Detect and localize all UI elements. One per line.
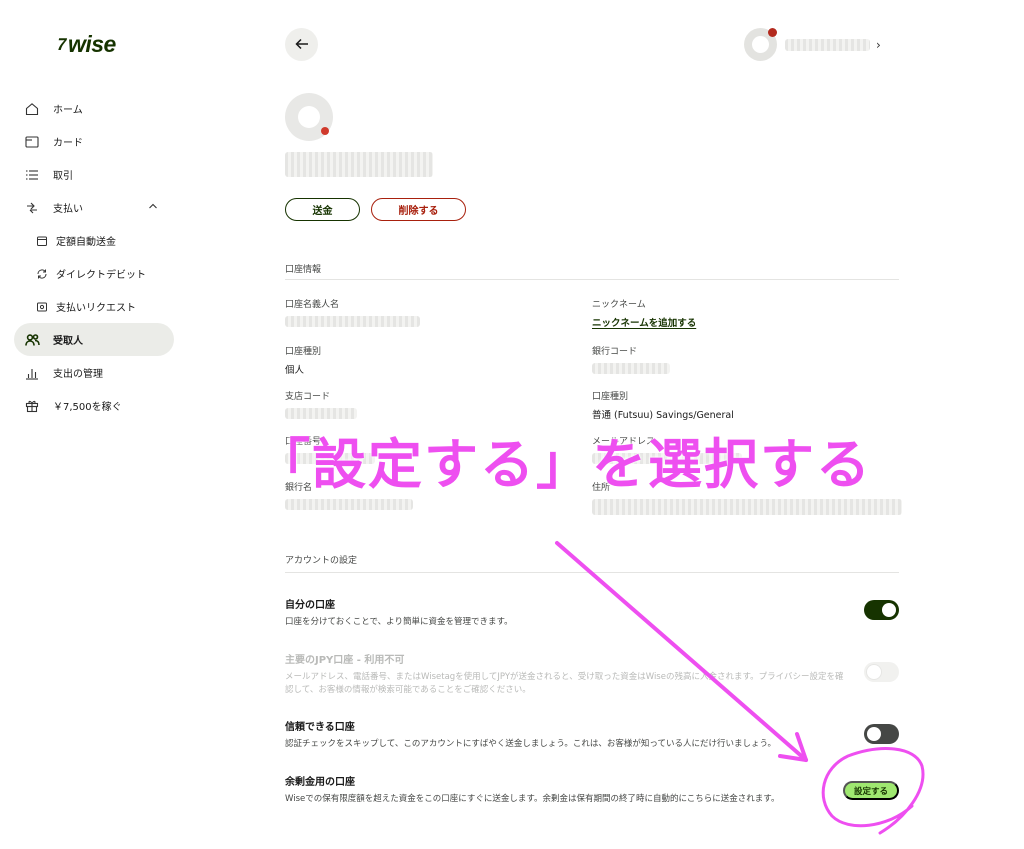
account-details-heading: 口座情報 [285, 265, 322, 275]
wise-logo-mark: 7 [55, 34, 69, 54]
setting-description: 口座を分けておくことで、より簡単に資金を管理できます。 [285, 617, 513, 627]
sidebar-item-payments[interactable]: 支払い [14, 191, 174, 224]
setting-excess-funds-account: 余剰金用の口座 Wiseでの保有限度額を超えた資金をこの口座にすぐに送金します。… [285, 773, 899, 806]
setting-trusted-account: 信頼できる口座 認証チェックをスキップして、このアカウントにすばやく送金しましょ… [285, 718, 899, 751]
field-account-holder: 口座名義人名 [285, 297, 585, 327]
field-label: 銀行コード [592, 347, 638, 357]
back-button[interactable] [285, 28, 318, 61]
field-bank-code: 銀行コード [592, 344, 892, 374]
field-account-type: 口座種別 個人 [285, 344, 585, 376]
setting-description: Wiseでの保有限度額を超えた資金をこの口座にすぐに送金します。余剰金は保有期間… [285, 794, 780, 804]
setup-button[interactable]: 設定する [843, 781, 899, 800]
home-icon [24, 101, 40, 117]
add-nickname-link[interactable]: ニックネームを追加する [592, 315, 892, 329]
sidebar-item-spending[interactable]: 支出の管理 [14, 356, 174, 389]
sidebar-item-label: ホーム [53, 105, 83, 116]
account-name-redacted [785, 38, 870, 51]
sidebar-item-label: 取引 [53, 171, 73, 182]
field-value-redacted [592, 363, 670, 374]
transfer-icon [24, 200, 40, 216]
field-value: 普通 (Futsuu) Savings/General [592, 410, 734, 421]
field-deposit-type: 口座種別 普通 (Futsuu) Savings/General [592, 389, 892, 421]
sidebar-item-label: 支出の管理 [53, 369, 103, 380]
field-value-redacted [285, 316, 420, 327]
sidebar-item-label: 定額自動送金 [56, 237, 116, 248]
toggle-knob [867, 665, 881, 679]
setting-title: 自分の口座 [285, 600, 335, 611]
sidebar-item-label: カード [53, 138, 83, 149]
setting-title: 余剰金用の口座 [285, 777, 355, 788]
setting-title: 主要のJPY口座 - 利用不可 [285, 655, 405, 666]
field-value-redacted [592, 499, 902, 515]
chart-icon [24, 365, 40, 381]
delete-button[interactable]: 削除する [371, 198, 466, 221]
recipient-name-redacted [285, 152, 433, 177]
field-value-redacted [285, 499, 413, 510]
sidebar-item-label: 支払いリクエスト [56, 303, 136, 314]
annotation-text: 「設定する」を選択する [256, 433, 872, 496]
sidebar-item-scheduled-transfers[interactable]: 定額自動送金 [14, 224, 174, 257]
setting-my-account: 自分の口座 口座を分けておくことで、より簡単に資金を管理できます。 [285, 596, 899, 629]
field-value: 個人 [285, 365, 305, 376]
request-icon [34, 299, 50, 315]
sidebar-item-label: ダイレクトデビット [56, 270, 146, 281]
toggle-knob [867, 727, 881, 741]
chevron-right-icon[interactable]: › [876, 38, 881, 52]
toggle-knob [882, 603, 896, 617]
field-value-redacted [285, 408, 357, 419]
divider [285, 572, 899, 573]
my-account-toggle[interactable] [864, 600, 899, 620]
sidebar-item-recipients[interactable]: 受取人 [14, 323, 174, 356]
refresh-icon [34, 266, 50, 282]
setting-title: 信頼できる口座 [285, 722, 355, 733]
avatar[interactable] [744, 28, 777, 61]
wise-logo-text: wise [67, 31, 116, 57]
divider [285, 279, 899, 280]
people-icon [24, 332, 40, 348]
sidebar-item-payment-requests[interactable]: 支払いリクエスト [14, 290, 174, 323]
field-label: 口座名義人名 [285, 300, 340, 310]
setting-description: 認証チェックをスキップして、このアカウントにすばやく送金しましょう。これは、お客… [285, 739, 776, 749]
chevron-up-icon[interactable] [148, 202, 158, 213]
sidebar-item-home[interactable]: ホーム [14, 92, 174, 125]
field-label: 口座種別 [285, 347, 322, 357]
sidebar-item-card[interactable]: カード [14, 125, 174, 158]
sidebar-item-transactions[interactable]: 取引 [14, 158, 174, 191]
sidebar-item-earn[interactable]: ￥7,500を稼ぐ [14, 389, 174, 422]
notification-dot [768, 28, 777, 37]
send-button[interactable]: 送金 [285, 198, 360, 221]
account-settings-heading: アカウントの設定 [285, 556, 358, 566]
sidebar-item-label: ￥7,500を稼ぐ [53, 402, 122, 413]
field-label: 口座種別 [592, 392, 629, 402]
primary-jpy-toggle [864, 662, 899, 682]
field-branch-code: 支店コード [285, 389, 585, 419]
gift-icon [24, 398, 40, 414]
list-icon [24, 167, 40, 183]
sidebar-item-label: 受取人 [53, 336, 83, 347]
recipient-status-dot [321, 127, 329, 135]
setting-primary-jpy-account: 主要のJPY口座 - 利用不可 メールアドレス、電話番号、またはWisetagを… [285, 651, 899, 697]
calendar-icon [34, 233, 50, 249]
sidebar-nav: ホーム カード 取引 支払い 定額自動送金 ダイレクトデビット 支払いリクエスト… [14, 92, 174, 422]
setting-description: メールアドレス、電話番号、またはWisetagを使用してJPYが送金されると、受… [285, 672, 844, 696]
arrow-left-icon [294, 35, 309, 54]
field-label: ニックネーム [592, 300, 646, 310]
field-nickname: ニックネーム ニックネームを追加する [592, 297, 892, 329]
wise-logo[interactable]: 7 wise [55, 31, 116, 58]
trusted-account-toggle[interactable] [864, 724, 899, 744]
card-icon [24, 134, 40, 150]
field-label: 支店コード [285, 392, 331, 402]
account-menu[interactable]: › [744, 28, 881, 61]
sidebar-item-label: 支払い [53, 204, 83, 215]
sidebar-item-direct-debits[interactable]: ダイレクトデビット [14, 257, 174, 290]
